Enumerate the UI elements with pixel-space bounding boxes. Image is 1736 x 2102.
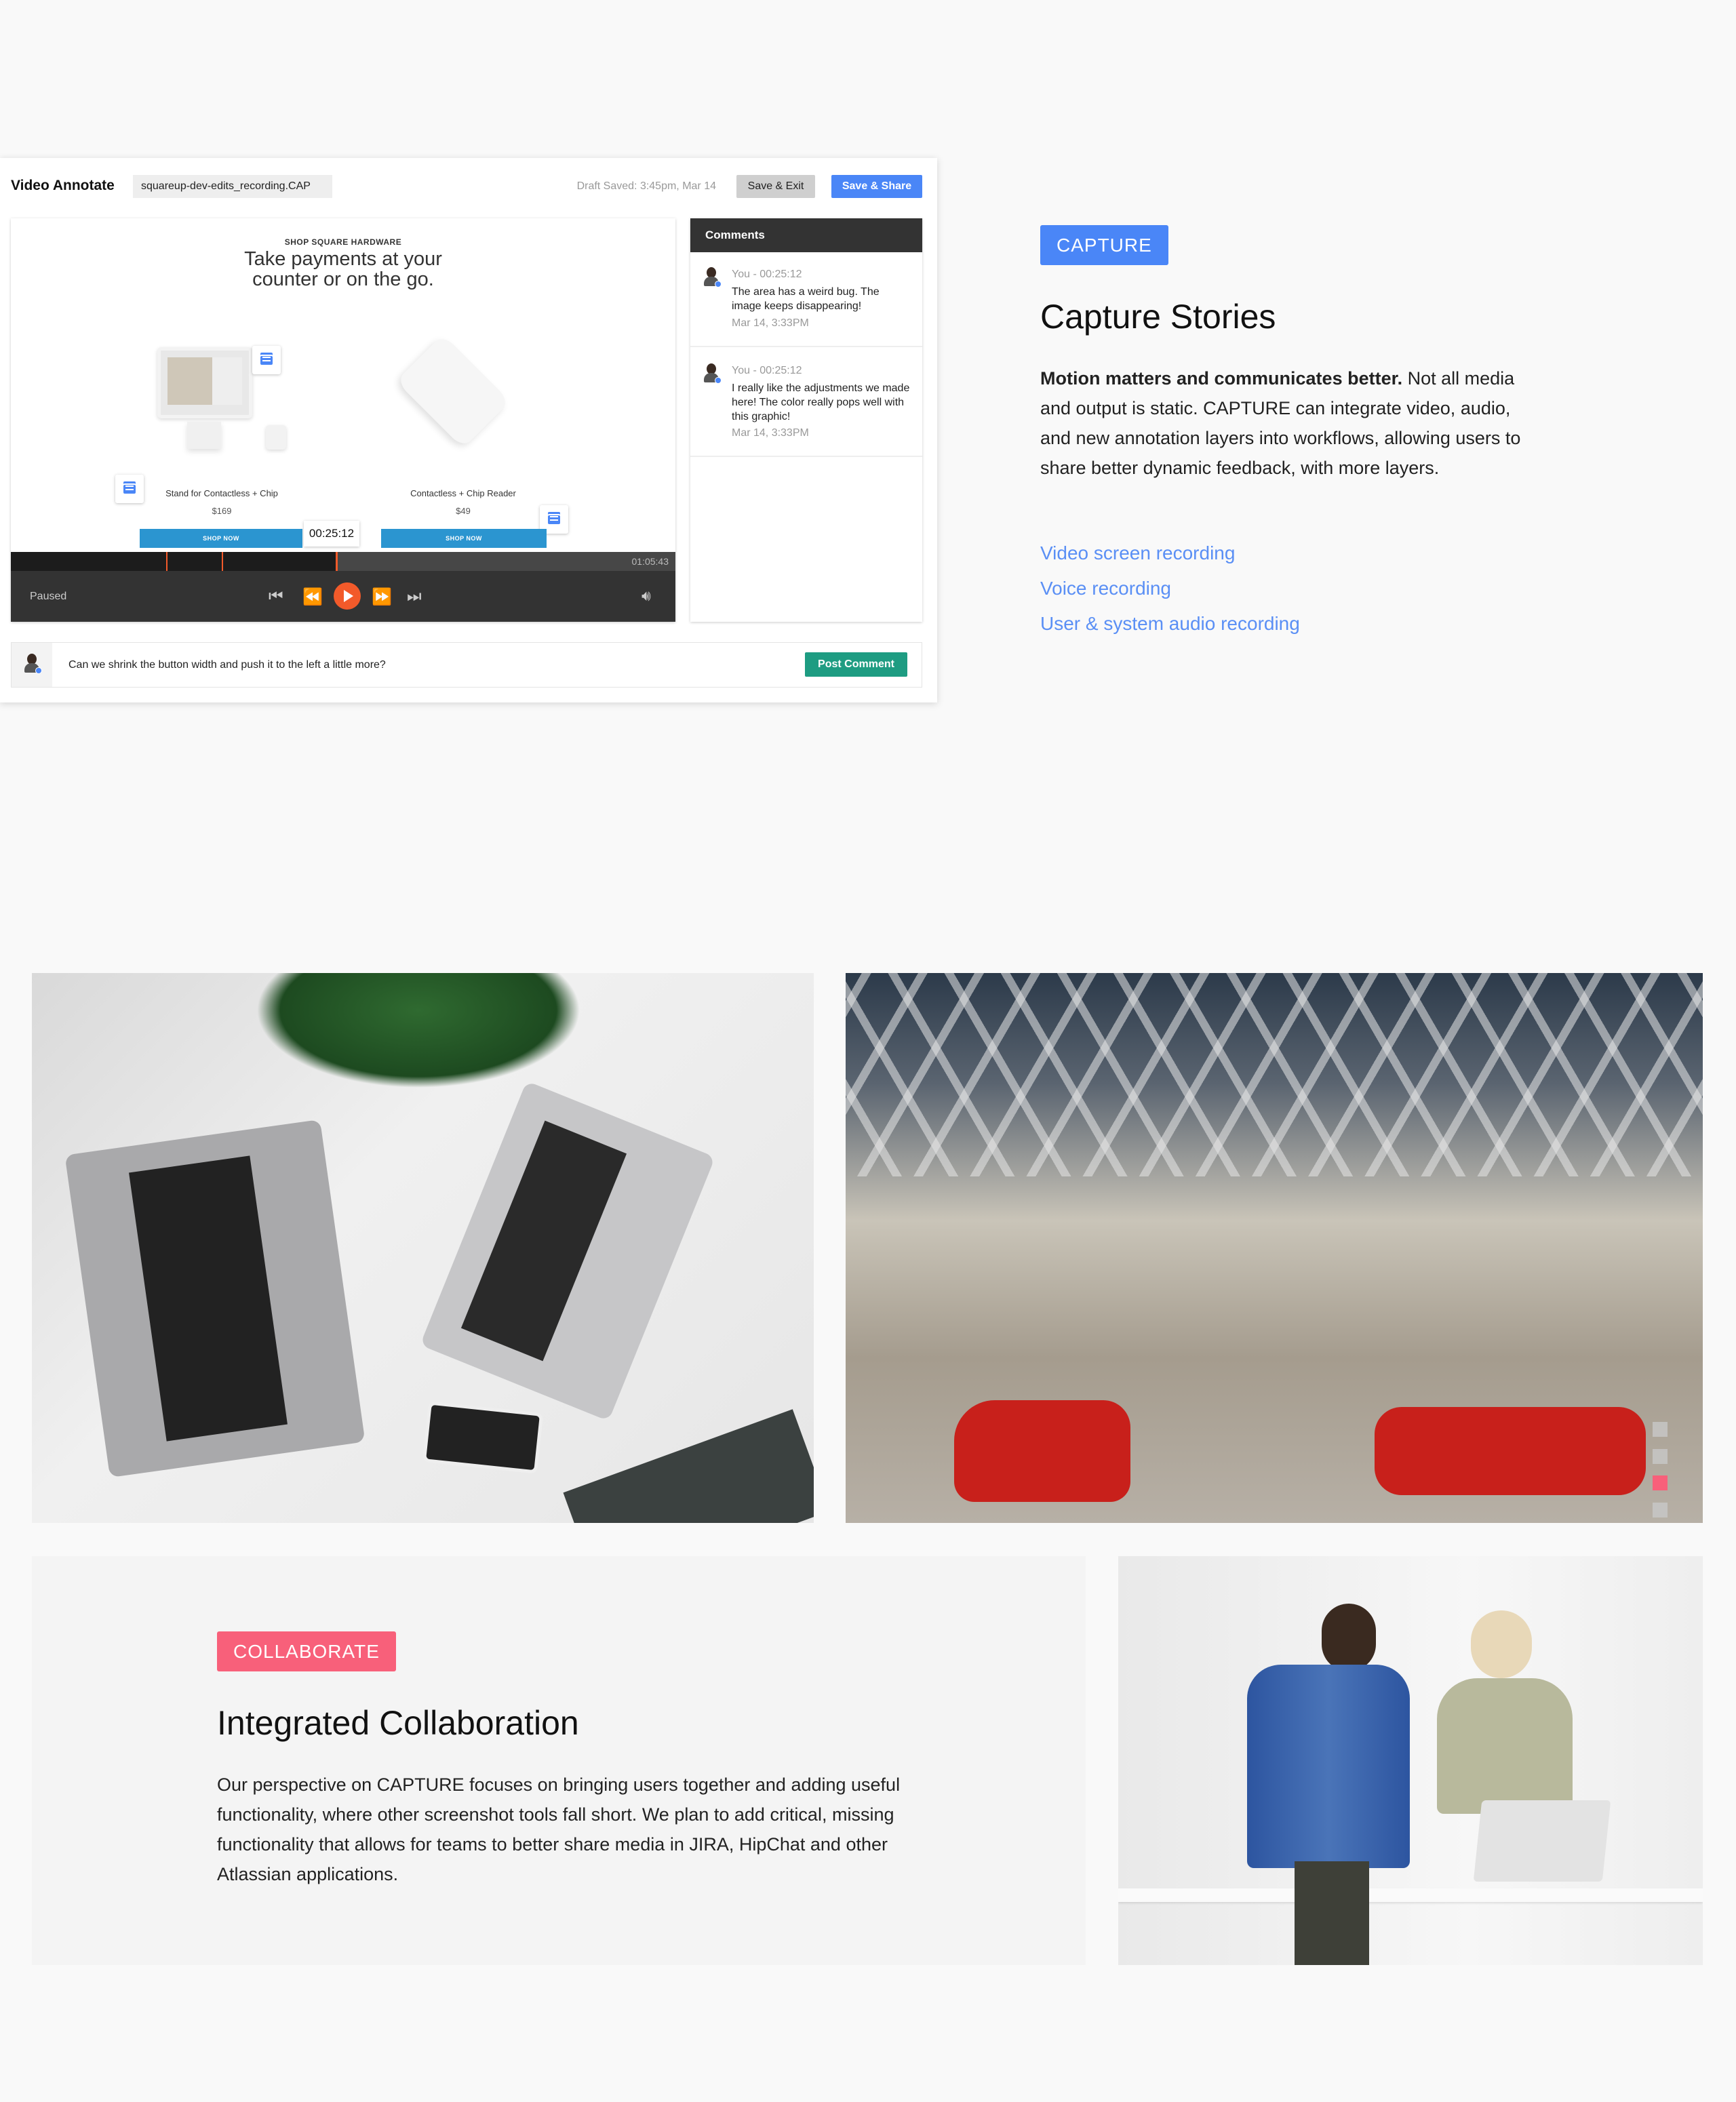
avatar [703, 267, 722, 287]
product-price: $49 [456, 506, 471, 516]
skip-forward-icon[interactable]: ⏭ [407, 587, 422, 606]
laptops-photo [32, 973, 814, 1523]
comment-date: Mar 14, 3:33PM [732, 317, 809, 329]
save-exit-button[interactable]: Save & Exit [736, 175, 815, 198]
collaborate-panel [32, 1556, 1086, 1965]
fast-forward-icon[interactable]: ⏩ [372, 587, 392, 607]
rewind-icon[interactable]: ⏪ [302, 587, 323, 607]
timeline-progress [11, 552, 337, 571]
collaborate-title: Integrated Collaboration [217, 1704, 579, 1742]
playback-status: Paused [30, 591, 67, 602]
comment-body: The area has a weird bug. The image keep… [732, 286, 880, 312]
comment-date: Mar 14, 3:33PM [732, 427, 809, 439]
comment-marker-line[interactable] [222, 552, 223, 571]
timeline-scrubber[interactable]: 01:05:43 [11, 552, 675, 571]
save-share-button[interactable]: Save & Share [831, 175, 922, 198]
office-photo [846, 973, 1703, 1523]
filename-chip[interactable]: squareup-dev-edits_recording.CAP [133, 175, 332, 198]
comment-item[interactable]: You - 00:25:12 I really like the adjustm… [690, 349, 922, 457]
comment-body: I really like the adjustments we made he… [732, 382, 910, 422]
carousel-dot[interactable] [1653, 1503, 1668, 1518]
capture-body: Motion matters and communicates better. … [1040, 363, 1542, 483]
collaborate-body: Our perspective on CAPTURE focuses on br… [217, 1774, 901, 1884]
draft-status: Draft Saved: 3:45pm, Mar 14 [576, 180, 716, 192]
volume-icon[interactable]: 🔊︎ [642, 587, 651, 605]
comment-meta: You - 00:25:12 [732, 365, 802, 376]
capture-title: Capture Stories [1040, 298, 1276, 336]
skip-back-icon[interactable]: ⏮ [269, 587, 283, 606]
reader-small [266, 425, 286, 450]
controls-bar: Paused ⏮ ⏪ ⏩ ⏭ 🔊︎ [11, 571, 675, 622]
team-photo [1118, 1556, 1703, 1965]
product-name: Contactless + Chip Reader [410, 488, 516, 498]
video-player[interactable]: SHOP SQUARE HARDWARE Take payments at yo… [11, 218, 675, 622]
carousel-dot[interactable] [1653, 1449, 1668, 1464]
play-button[interactable] [334, 582, 361, 610]
shop-now-button[interactable]: SHOP NOW [381, 529, 547, 548]
carousel-dot[interactable] [1653, 1422, 1668, 1437]
capture-lead: Motion matters and communicates better. [1040, 368, 1403, 389]
comment-item[interactable]: You - 00:25:12 The area has a weird bug.… [690, 252, 922, 347]
reader-product-image [395, 334, 511, 449]
stand-base [187, 422, 221, 449]
avatar [23, 654, 42, 674]
composer-avatar-cell [12, 643, 52, 687]
link-voice-recording[interactable]: Voice recording [1040, 578, 1171, 599]
comments-header: Comments [690, 218, 922, 252]
video-headline-2: counter or on the go. [252, 269, 434, 290]
timestamp-tooltip: 00:25:12 [304, 521, 359, 547]
video-eyebrow: SHOP SQUARE HARDWARE [284, 237, 402, 247]
capture-badge: CAPTURE [1040, 225, 1168, 265]
comment-marker-icon[interactable] [115, 475, 144, 503]
comment-input[interactable]: Can we shrink the button width and push … [68, 643, 386, 687]
carousel-dot-active[interactable] [1653, 1475, 1668, 1490]
link-video-screen-recording[interactable]: Video screen recording [1040, 542, 1235, 564]
playhead[interactable] [336, 552, 338, 571]
duration: 01:05:43 [631, 556, 669, 567]
avatar [703, 363, 722, 384]
product-name: Stand for Contactless + Chip [165, 488, 278, 498]
comment-marker-icon[interactable] [252, 346, 281, 374]
link-audio-recording[interactable]: User & system audio recording [1040, 613, 1300, 635]
product-price: $169 [212, 506, 232, 516]
collaborate-badge: COLLABORATE [217, 1631, 396, 1671]
post-comment-button[interactable]: Post Comment [805, 652, 907, 677]
app-title: Video Annotate [11, 178, 115, 193]
shop-now-button[interactable]: SHOP NOW [140, 529, 302, 548]
video-headline-1: Take payments at your [244, 248, 442, 270]
play-icon [344, 590, 353, 602]
stand-product-image [157, 347, 252, 418]
comment-marker-line[interactable] [166, 552, 167, 571]
comments-panel: Comments You - 00:25:12 The area has a w… [690, 218, 922, 622]
comment-composer: Can we shrink the button width and push … [11, 642, 922, 688]
comment-meta: You - 00:25:12 [732, 269, 802, 280]
